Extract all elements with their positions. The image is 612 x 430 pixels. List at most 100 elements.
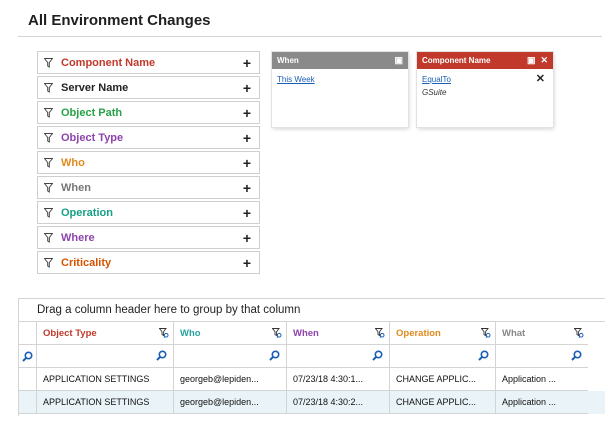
table-cell: CHANGE APPLIC...	[390, 368, 496, 391]
filter-funnel-icon	[44, 207, 53, 218]
grid-body: APPLICATION SETTINGS georgeb@lepiden... 07…	[19, 368, 605, 414]
column-header-who[interactable]: Who	[174, 322, 287, 345]
column-header-what[interactable]: What	[496, 322, 588, 345]
column-header-object-type[interactable]: Object Type	[37, 322, 174, 345]
column-header-label: Who	[180, 327, 201, 339]
filter-item-object-type[interactable]: Object Type +	[37, 126, 260, 149]
column-header-label: Object Type	[43, 327, 97, 339]
filter-item-component-name[interactable]: Component Name +	[37, 51, 260, 74]
component-name-filter-card: Component Name ▣ ✕ EqualTo GSuite ✕	[417, 52, 553, 127]
table-cell: CHANGE APPLIC...	[390, 391, 496, 414]
table-cell: 07/23/18 4:30:1...	[287, 368, 390, 391]
table-cell: 07/23/18 4:30:2...	[287, 391, 390, 414]
plus-icon[interactable]: +	[241, 56, 253, 70]
filter-item-who[interactable]: Who +	[37, 151, 260, 174]
filter-funnel-icon	[44, 157, 53, 168]
filter-label: Component Name	[61, 56, 156, 69]
filter-item-object-path[interactable]: Object Path +	[37, 101, 260, 124]
table-cell: APPLICATION SETTINGS	[37, 391, 174, 414]
filter-funnel-icon	[44, 82, 53, 93]
filter-funnel-icon	[44, 182, 53, 193]
table-row[interactable]: APPLICATION SETTINGS georgeb@lepiden... 07…	[19, 368, 605, 391]
filter-item-server-name[interactable]: Server Name +	[37, 76, 260, 99]
changes-grid: Drag a column header here to group by th…	[18, 298, 605, 416]
component-card-header: Component Name ▣ ✕	[417, 52, 553, 69]
component-card-title: Component Name	[422, 56, 491, 65]
row-header	[19, 368, 37, 391]
maximize-icon[interactable]: ▣	[527, 56, 536, 65]
when-card-header: When ▣	[272, 52, 408, 69]
filter-label: Criticality	[61, 256, 112, 269]
search-icon[interactable]	[478, 350, 489, 364]
column-search-cell[interactable]	[37, 345, 174, 368]
grid-header-row: Object Type Who When Operation What	[19, 322, 605, 345]
filter-item-operation[interactable]: Operation +	[37, 201, 260, 224]
row-header	[19, 391, 37, 414]
component-card-body: EqualTo GSuite ✕	[417, 69, 553, 103]
plus-icon[interactable]: +	[241, 256, 253, 270]
plus-icon[interactable]: +	[241, 181, 253, 195]
when-filter-card: When ▣ This Week	[272, 52, 408, 127]
filter-funnel-icon	[44, 132, 53, 143]
table-cell: Application ...	[496, 391, 588, 414]
column-filter-icon[interactable]	[271, 328, 282, 341]
search-icon[interactable]	[156, 350, 167, 364]
filter-item-where[interactable]: Where +	[37, 226, 260, 249]
plus-icon[interactable]: +	[241, 156, 253, 170]
when-card-title: When	[277, 56, 299, 65]
close-icon[interactable]: ✕	[540, 56, 548, 65]
when-card-body: This Week	[272, 69, 408, 94]
filter-label: Operation	[61, 206, 113, 219]
column-filter-icon[interactable]	[374, 328, 385, 341]
page-title: All Environment Changes	[28, 12, 211, 29]
filter-funnel-icon	[44, 232, 53, 243]
column-search-cell[interactable]	[496, 345, 588, 368]
filter-value: GSuite	[422, 88, 447, 97]
search-icon[interactable]	[269, 350, 280, 364]
filter-funnel-icon	[44, 107, 53, 118]
filter-label: When	[61, 181, 91, 194]
column-header-label: What	[502, 327, 526, 339]
filter-item-when[interactable]: When +	[37, 176, 260, 199]
table-cell: georgeb@lepiden...	[174, 391, 287, 414]
column-search-cell[interactable]	[390, 345, 496, 368]
column-search-cell[interactable]	[287, 345, 390, 368]
filter-label: Who	[61, 156, 85, 169]
plus-icon[interactable]: +	[241, 231, 253, 245]
group-by-panel[interactable]: Drag a column header here to group by th…	[19, 298, 605, 322]
column-filter-icon[interactable]	[573, 328, 584, 341]
table-cell: APPLICATION SETTINGS	[37, 368, 174, 391]
filter-label: Server Name	[61, 81, 129, 94]
filter-item-criticality[interactable]: Criticality +	[37, 251, 260, 274]
column-filter-icon[interactable]	[158, 328, 169, 341]
filter-label: Where	[61, 231, 95, 244]
plus-icon[interactable]: +	[241, 206, 253, 220]
this-week-link[interactable]: This Week	[277, 75, 403, 84]
search-icon[interactable]	[19, 345, 37, 368]
table-cell: georgeb@lepiden...	[174, 368, 287, 391]
remove-filter-icon[interactable]: ✕	[536, 72, 545, 85]
filter-funnel-icon	[44, 257, 53, 268]
filter-label: Object Path	[61, 106, 123, 119]
plus-icon[interactable]: +	[241, 106, 253, 120]
column-search-cell[interactable]	[174, 345, 287, 368]
grid-filter-row	[19, 345, 605, 368]
column-header-when[interactable]: When	[287, 322, 390, 345]
row-header-spacer	[19, 322, 37, 345]
plus-icon[interactable]: +	[241, 131, 253, 145]
search-icon[interactable]	[372, 350, 383, 364]
title-divider	[18, 36, 602, 37]
table-cell: Application ...	[496, 368, 588, 391]
column-header-label: Operation	[396, 327, 441, 339]
filter-funnel-icon	[44, 57, 53, 68]
search-icon[interactable]	[571, 350, 582, 364]
filter-label: Object Type	[61, 131, 124, 144]
column-header-label: When	[293, 327, 319, 339]
equal-to-link[interactable]: EqualTo	[422, 75, 548, 84]
table-row[interactable]: APPLICATION SETTINGS georgeb@lepiden... 07…	[19, 391, 605, 414]
column-header-operation[interactable]: Operation	[390, 322, 496, 345]
filter-list: Component Name + Server Name + Object Path + O…	[37, 51, 260, 276]
plus-icon[interactable]: +	[241, 81, 253, 95]
maximize-icon[interactable]: ▣	[394, 56, 403, 65]
column-filter-icon[interactable]	[480, 328, 491, 341]
